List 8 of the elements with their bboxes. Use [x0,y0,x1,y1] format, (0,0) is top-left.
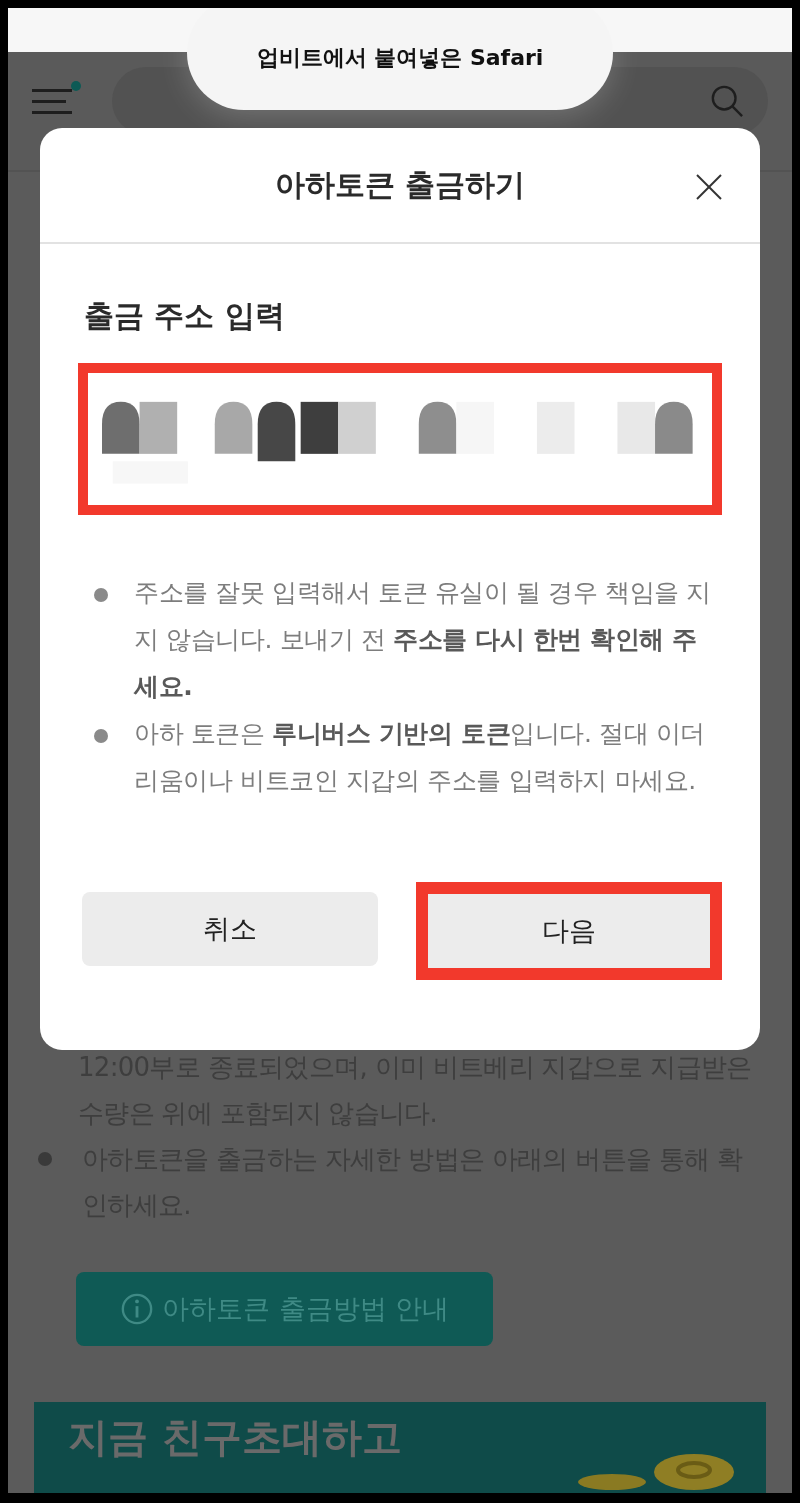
banner-title: 지금 친구초대하고 [68,1413,402,1462]
paste-toast: 업비트에서 붙여넣은 Safari [187,8,613,110]
next-button[interactable]: 다음 [428,894,710,968]
cancel-button[interactable]: 취소 [82,892,378,966]
warning-text: 아하 토큰은 루니버스 기반의 토큰입니다. 절대 이더리움이나 비트코인 지갑의 주소를 입력하지 마세요. [134,718,706,797]
section-title: 출금 주소 입력 [84,297,286,335]
dialog-title: 아하토큰 출금하기 [274,165,526,204]
warning-text: 주소를 잘못 입력해서 토큰 유실이 될 경우 책임을 지지 않습니다. 보내기 전 주소를 다시 한번 확인해 주세요. [134,577,712,703]
